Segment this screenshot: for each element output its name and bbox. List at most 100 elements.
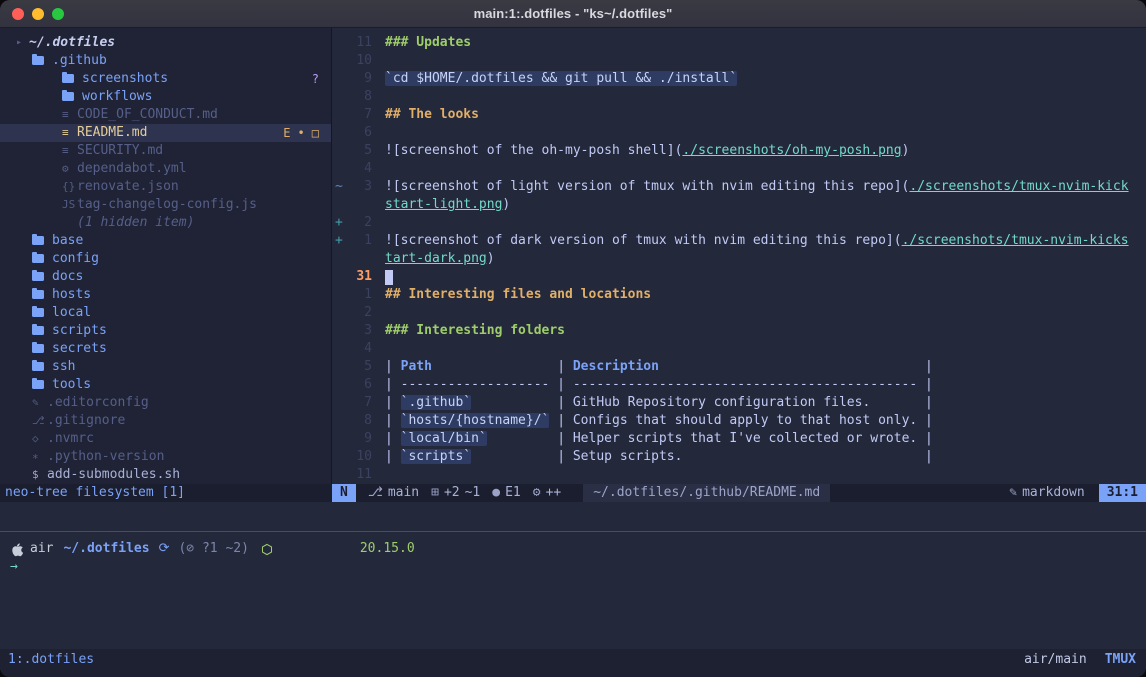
file-name: tag-changelog-config.js xyxy=(77,196,257,214)
tree-item[interactable]: {} renovate.json xyxy=(0,178,331,196)
tree-item[interactable]: (1 hidden item) xyxy=(0,214,331,232)
tree-item[interactable]: scripts xyxy=(0,322,331,340)
tree-item[interactable]: JS tag-changelog-config.js xyxy=(0,196,331,214)
yml-file-icon: ⚙ xyxy=(62,160,77,178)
line-number xyxy=(346,250,372,268)
tree-item[interactable]: ∗ .python-version xyxy=(0,448,331,466)
line-content: | `.github` | GitHub Repository configur… xyxy=(385,394,933,412)
text-segment: ) xyxy=(902,143,910,158)
file-name: base xyxy=(52,232,83,250)
tree-item[interactable]: ▸ ~/.dotfiles xyxy=(0,34,331,52)
editor-line[interactable]: 4 xyxy=(332,160,1146,178)
git-sign xyxy=(332,70,346,88)
tree-item[interactable]: workflows xyxy=(0,88,331,106)
text-segment: Description xyxy=(573,359,659,374)
text-segment: ./screenshots/oh-my-posh.png xyxy=(682,143,901,158)
terminal-window: main:1:.dotfiles - "ks~/.dotfiles" ▸ ~/.… xyxy=(0,0,1146,677)
git-sign xyxy=(332,88,346,106)
editor-line[interactable]: 3 ### Interesting folders xyxy=(332,322,1146,340)
git-sign xyxy=(332,358,346,376)
editor-line[interactable]: 7 | `.github` | GitHub Repository config… xyxy=(332,394,1146,412)
tree-item[interactable]: ⎇ .gitignore xyxy=(0,412,331,430)
line-content: ![screenshot of light version of tmux wi… xyxy=(385,178,1129,196)
editor-line[interactable]: ~ 3 ![screenshot of light version of tmu… xyxy=(332,178,1146,196)
editor-line[interactable]: 5 ![screenshot of the oh-my-posh shell](… xyxy=(332,142,1146,160)
text-segment: | xyxy=(471,395,573,410)
text-segment: Configs that should apply to that host o… xyxy=(573,413,933,428)
file-name: CODE_OF_CONDUCT.md xyxy=(77,106,218,124)
tmux-window-tab[interactable]: 1:.dotfiles xyxy=(8,651,94,669)
editor-pane[interactable]: 11 ### Updates 10 9 `cd $HOME/.dotfiles … xyxy=(332,28,1146,484)
tmux-statusbar: 1:.dotfiles air/main TMUX xyxy=(0,649,1146,677)
tree-item[interactable]: base xyxy=(0,232,331,250)
tree-item[interactable]: ≡ CODE_OF_CONDUCT.md xyxy=(0,106,331,124)
editor-line[interactable]: 5 | Path | Description | xyxy=(332,358,1146,376)
editor-line[interactable]: start-light.png) xyxy=(332,196,1146,214)
editor-line[interactable]: 2 xyxy=(332,304,1146,322)
text-segment: ![screenshot of light version of tmux wi… xyxy=(385,179,909,194)
editor-line[interactable]: 4 xyxy=(332,340,1146,358)
editor-line[interactable]: 6 | ------------------- | --------------… xyxy=(332,376,1146,394)
editor-line[interactable]: tart-dark.png) xyxy=(332,250,1146,268)
tree-item[interactable]: tools xyxy=(0,376,331,394)
close-window-button[interactable] xyxy=(12,8,24,20)
editor-line[interactable]: 7 ## The looks xyxy=(332,106,1146,124)
editor-line[interactable]: 10 | `scripts` | Setup scripts. | xyxy=(332,448,1146,466)
minimize-window-button[interactable] xyxy=(32,8,44,20)
tree-item[interactable]: config xyxy=(0,250,331,268)
tree-item[interactable]: ≡ SECURITY.md xyxy=(0,142,331,160)
shell-pane[interactable]: air ~/.dotfiles ⟳ (⊘ ?1 ~2) 20.15.0 → xyxy=(0,532,1146,649)
editor-line[interactable]: 1 ## Interesting files and locations xyxy=(332,286,1146,304)
tree-item[interactable]: ✎ .editorconfig xyxy=(0,394,331,412)
tree-item[interactable]: ssh xyxy=(0,358,331,376)
line-number: 10 xyxy=(346,52,372,70)
tree-item[interactable]: hosts xyxy=(0,286,331,304)
line-number: 8 xyxy=(346,412,372,430)
editor-line[interactable]: 9 | `local/bin` | Helper scripts that I'… xyxy=(332,430,1146,448)
line-number: 5 xyxy=(346,358,372,376)
line-content: | `scripts` | Setup scripts. | xyxy=(385,448,933,466)
file-name: ssh xyxy=(52,358,75,376)
file-name: tools xyxy=(52,376,91,394)
tree-item[interactable]: $ add-submodules.sh xyxy=(0,466,331,484)
file-name: add-submodules.sh xyxy=(47,466,180,484)
expander-icon: ▸ xyxy=(16,34,29,52)
line-number: 9 xyxy=(346,70,372,88)
tree-item[interactable]: .github xyxy=(0,52,331,70)
text-segment: tart-dark.png xyxy=(385,251,487,266)
git-file-icon: ⎇ xyxy=(32,412,47,430)
zoom-window-button[interactable] xyxy=(52,8,64,20)
editor-line[interactable]: + 1 ![screenshot of dark version of tmux… xyxy=(332,232,1146,250)
editor-line[interactable]: 11 xyxy=(332,466,1146,484)
git-sign xyxy=(332,394,346,412)
tree-item[interactable]: secrets xyxy=(0,340,331,358)
editor-line[interactable]: 9 `cd $HOME/.dotfiles && git pull && ./i… xyxy=(332,70,1146,88)
folder-icon xyxy=(32,344,44,353)
cursor-position: 31:1 xyxy=(1099,484,1146,502)
text-segment: ./screenshots/tmux-nvim-kick xyxy=(909,179,1128,194)
tree-item[interactable]: ⚙ dependabot.yml xyxy=(0,160,331,178)
editor-line[interactable]: 6 xyxy=(332,124,1146,142)
editor-line[interactable]: 10 xyxy=(332,52,1146,70)
tree-item[interactable]: local xyxy=(0,304,331,322)
prompt-arrow[interactable]: → xyxy=(10,558,1136,576)
line-number: 4 xyxy=(346,160,372,178)
git-sign xyxy=(332,304,346,322)
tree-item[interactable]: ≡ README.md E•□ xyxy=(0,124,331,142)
file-name: workflows xyxy=(82,88,152,106)
tree-item[interactable]: screenshots ? xyxy=(0,70,331,88)
editor-line[interactable]: 8 xyxy=(332,88,1146,106)
filetype-segment: ✎ markdown xyxy=(1009,484,1084,502)
editor-line[interactable]: + 2 xyxy=(332,214,1146,232)
editor-line[interactable]: 8 | `hosts/{hostname}/` | Configs that s… xyxy=(332,412,1146,430)
editor-line[interactable]: 31 xyxy=(332,268,1146,286)
line-number: 31 xyxy=(346,268,372,286)
tree-item[interactable]: docs xyxy=(0,268,331,286)
file-name: dependabot.yml xyxy=(77,160,187,178)
editor-line[interactable]: 11 ### Updates xyxy=(332,34,1146,52)
folder-icon xyxy=(32,362,44,371)
tree-item[interactable]: ◇ .nvmrc xyxy=(0,430,331,448)
nvm-file-icon: ◇ xyxy=(32,430,47,448)
line-number: 1 xyxy=(346,232,372,250)
git-sign: + xyxy=(332,214,346,232)
